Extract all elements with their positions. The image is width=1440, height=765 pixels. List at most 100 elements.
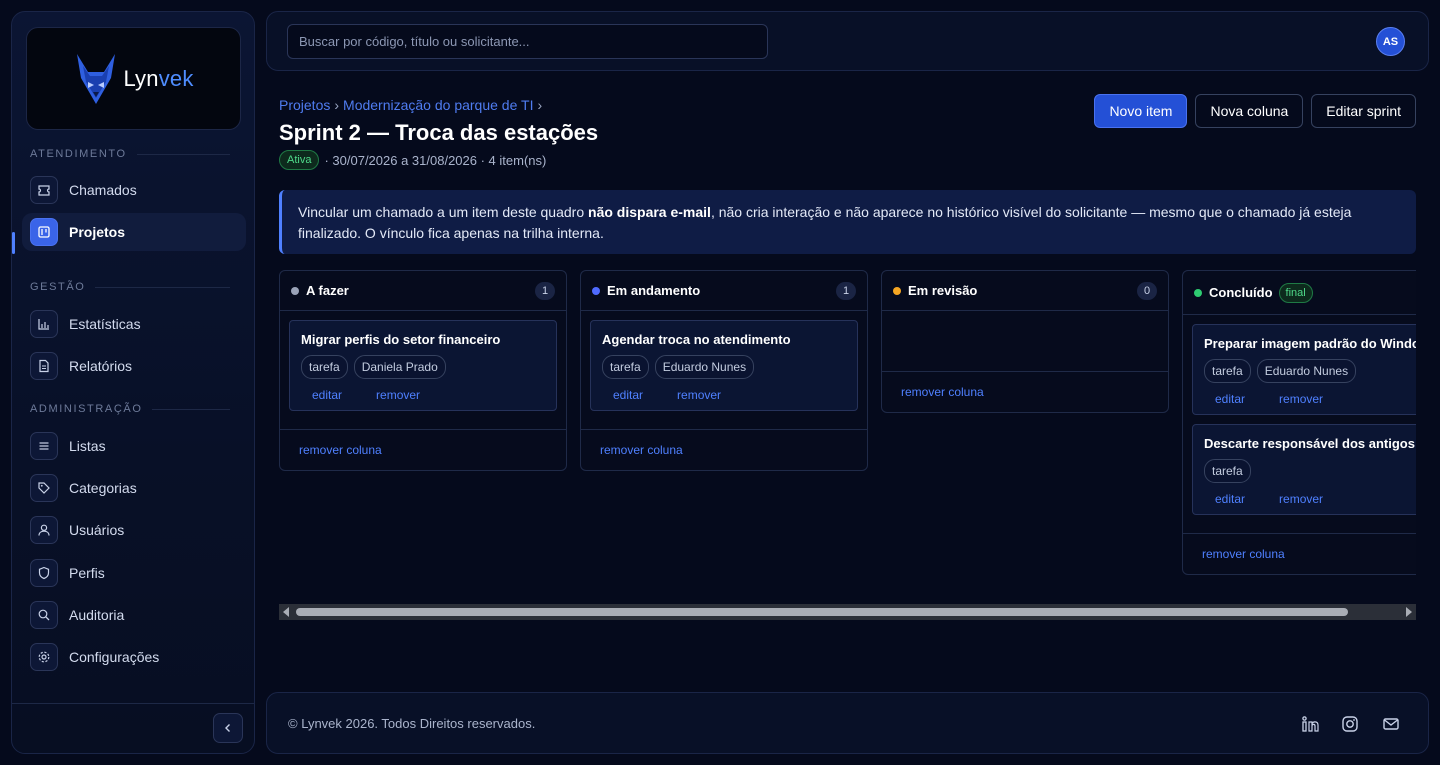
board-card[interactable]: Migrar perfis do setor financeiro tarefa… [289,320,557,411]
sidebar-item-configuracoes[interactable]: Configurações [22,638,246,676]
card-tag: tarefa [301,355,348,379]
column-empty-area [882,311,1168,371]
sprint-meta: Ativa · 30/07/2026 a 31/08/2026 · 4 item… [279,150,546,170]
sidebar-item-label: Chamados [69,182,137,198]
topbar: AS [266,11,1429,71]
sidebar-item-label: Perfis [69,565,105,581]
sidebar-divider [12,703,254,704]
sidebar-item-perfis[interactable]: Perfis [22,554,246,592]
shield-icon [30,559,58,587]
scrollbar-thumb[interactable] [296,608,1348,616]
breadcrumb-link-projetos[interactable]: Projetos [279,97,330,113]
section-title-gestao: GESTÃO [30,281,230,293]
column-body: Preparar imagem padrão do Windows tarefa… [1183,315,1416,533]
notice-text-bold: não dispara e-mail [588,204,711,220]
board-card[interactable]: Agendar troca no atendimento tarefa Edua… [590,320,858,411]
sidebar-item-categorias[interactable]: Categorias [22,469,246,507]
sidebar-item-label: Auditoria [69,607,125,623]
page-title: Sprint 2 — Troca das estações [279,120,599,145]
document-icon [30,352,58,380]
search-input[interactable] [287,24,768,59]
kanban-icon [30,218,58,246]
sidebar-item-estatisticas[interactable]: Estatísticas [22,305,246,343]
avatar[interactable]: AS [1376,27,1405,56]
remove-column-link[interactable]: remover coluna [299,443,382,457]
column-header: A fazer 1 [280,271,566,311]
status-badge: Ativa [279,150,320,170]
sidebar-item-relatorios[interactable]: Relatórios [22,347,246,385]
edit-card-link[interactable]: editar [312,388,342,402]
edit-sprint-button[interactable]: Editar sprint [1311,94,1416,128]
edit-card-link[interactable]: editar [613,388,643,402]
remove-column-link[interactable]: remover coluna [1202,547,1285,561]
info-notice: Vincular um chamado a um item deste quad… [279,190,1416,254]
column-header: Em revisão 0 [882,271,1168,311]
section-title-administracao: ADMINISTRAÇÃO [30,403,230,415]
card-tag: Eduardo Nunes [654,355,755,379]
mail-icon[interactable] [1380,713,1402,735]
column-title: Concluído [1209,285,1273,300]
column-count-badge: 0 [1137,281,1157,300]
column-body: Agendar troca no atendimento tarefa Edua… [581,311,867,429]
copyright-text: © Lynvek 2026. Todos Direitos reservados… [288,716,536,731]
list-icon [30,432,58,460]
gear-icon [30,643,58,671]
card-title: Descarte responsável dos antigos [1204,436,1415,451]
column-header: Em andamento 1 [581,271,867,311]
board-horizontal-scrollbar[interactable] [279,604,1416,620]
collapse-sidebar-button[interactable] [213,713,243,743]
edit-card-link[interactable]: editar [1215,392,1245,406]
card-tag: tarefa [1204,359,1251,383]
column-status-dot [291,286,299,295]
instagram-icon[interactable] [1339,713,1361,735]
column-footer: remover coluna [1183,533,1416,574]
footer: © Lynvek 2026. Todos Direitos reservados… [266,692,1429,754]
scroll-right-arrow-icon[interactable] [1406,607,1412,617]
scroll-left-arrow-icon[interactable] [283,607,289,617]
active-item-marker [12,232,15,254]
column-header: Concluído final [1183,271,1416,315]
remove-column-link[interactable]: remover coluna [600,443,683,457]
user-icon [30,516,58,544]
card-actions: editar remover [1204,492,1416,506]
sidebar-item-label: Usuários [69,522,125,538]
brand-name: Lynvek [123,65,194,91]
card-tags: tarefa [1204,459,1416,483]
sidebar-item-chamados[interactable]: Chamados [22,171,246,209]
new-item-button[interactable]: Novo item [1094,94,1188,128]
final-badge: final [1278,282,1313,303]
lynx-logo-icon [77,53,116,104]
remove-column-link[interactable]: remover coluna [901,385,984,399]
card-title: Agendar troca no atendimento [602,332,791,347]
card-tags: tarefa Daniela Prado [301,355,545,379]
sidebar-item-auditoria[interactable]: Auditoria [22,596,246,634]
card-title: Migrar perfis do setor financeiro [301,332,501,347]
sidebar-item-listas[interactable]: Listas [22,427,246,465]
remove-card-link[interactable]: remover [1279,492,1323,506]
new-column-button[interactable]: Nova coluna [1195,94,1304,128]
edit-card-link[interactable]: editar [1215,492,1245,506]
column-status-dot [1194,288,1202,297]
search-icon [30,601,58,629]
board-card[interactable]: Preparar imagem padrão do Windows tarefa… [1192,324,1416,415]
sidebar-item-label: Categorias [69,480,137,496]
breadcrumb-link-project[interactable]: Modernização do parque de TI [343,97,533,113]
linkedin-icon[interactable] [1299,713,1321,735]
remove-card-link[interactable]: remover [1279,392,1323,406]
column-title: Em andamento [607,283,701,298]
brand-logo[interactable]: Lynvek [26,27,241,130]
sidebar-item-label: Projetos [69,224,126,240]
board-card[interactable]: Descarte responsável dos antigos tarefa … [1192,424,1416,515]
kanban-board: A fazer 1 Migrar perfis do setor finance… [279,270,1416,600]
column-count-badge: 1 [836,281,856,300]
remove-card-link[interactable]: remover [376,388,420,402]
sidebar-item-usuarios[interactable]: Usuários [22,511,246,549]
remove-card-link[interactable]: remover [677,388,721,402]
board-column: Em revisão 0 remover coluna [881,270,1169,413]
chevron-left-icon [225,724,230,732]
sidebar-item-projetos[interactable]: Projetos [22,213,246,251]
sidebar-item-label: Listas [69,438,106,454]
card-tag: tarefa [1204,459,1251,483]
column-footer: remover coluna [581,429,867,470]
column-body: Migrar perfis do setor financeiro tarefa… [280,311,566,429]
